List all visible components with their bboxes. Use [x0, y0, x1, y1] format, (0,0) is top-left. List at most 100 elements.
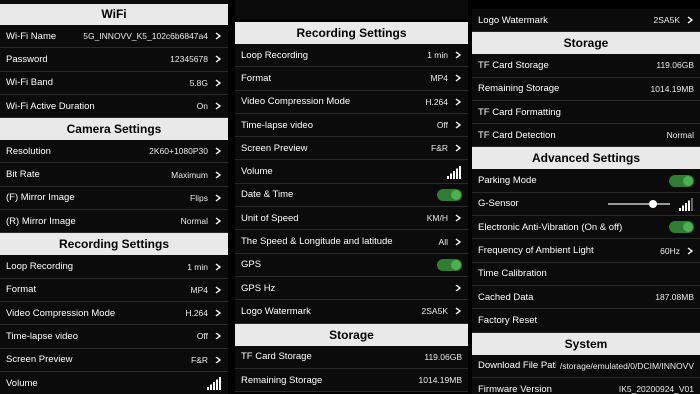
setting-row-remaining-storage[interactable]: Remaining Storage 1014.19MB [472, 77, 700, 101]
slider-thumb[interactable] [648, 199, 657, 208]
recording-rows: Loop Recording 1 min Format MP4 Video Compre… [0, 255, 228, 394]
setting-value: /storage/emulated/0/DCIM/INNOVV [559, 360, 694, 371]
anti-vibration-toggle[interactable] [669, 221, 694, 234]
setting-row-factory-reset[interactable]: Factory Reset [472, 309, 700, 333]
setting-row-time-calibration[interactable]: Time Calibration [472, 262, 700, 286]
setting-label: TF Card Storage [478, 59, 549, 71]
setting-label: Cached Data [478, 291, 534, 303]
setting-label: Screen Preview [6, 354, 73, 366]
setting-row-electronic-anti-vibration-on-off[interactable]: Electronic Anti-Vibration (On & off) [472, 216, 700, 240]
setting-row-screen-preview[interactable]: Screen Preview F&R [0, 348, 228, 372]
settings-column-1: WiFi Wi-Fi Name 5G_INNOVV_K5_102c6b6847a4… [0, 0, 228, 394]
setting-row-video-compression-mode[interactable]: Video Compression Mode H.264 [0, 301, 228, 326]
settings-list-3: Logo Watermark 2SA5K Storage TF Card Stor… [472, 9, 700, 394]
setting-value: Maximum [171, 169, 208, 180]
setting-row-video-compression-mode[interactable]: Video Compression Mode H.264 [235, 90, 468, 114]
gps-toggle[interactable] [437, 258, 462, 271]
setting-row-time-lapse-video[interactable]: Time-lapse video Off [0, 325, 228, 349]
setting-row-logo-watermark[interactable]: Logo Watermark 2SA5K [472, 9, 700, 33]
setting-row-wi-fi-name[interactable]: Wi-Fi Name 5G_INNOVV_K5_102c6b6847a4 [0, 25, 228, 49]
setting-value: F&R [191, 354, 208, 365]
setting-row-logo-watermark[interactable]: Logo Watermark 2SA5K [235, 300, 468, 324]
setting-row-format[interactable]: Format MP4 [0, 278, 228, 302]
setting-row-gps[interactable]: GPS [235, 253, 468, 277]
setting-row-wi-fi-active-duration[interactable]: Wi-Fi Active Duration On [0, 94, 228, 119]
volume-level-icon[interactable] [206, 376, 222, 390]
setting-label: Format [241, 72, 272, 84]
setting-value: Normal [180, 216, 208, 227]
setting-value: KM/H [426, 213, 448, 224]
setting-row-tf-card-storage[interactable]: TF Card Storage 119.06GB [472, 54, 700, 78]
setting-row-time-lapse-video[interactable]: Time-lapse video Off [235, 113, 468, 138]
setting-row-remaining-storage[interactable]: Remaining Storage 1014.19MB [235, 368, 468, 393]
setting-row-tf-card-formatting[interactable]: TF Card Formatting [472, 100, 700, 125]
setting-value: 187.08MB [655, 292, 694, 303]
setting-row-wi-fi-band[interactable]: Wi-Fi Band 5.8G [0, 71, 228, 95]
top-bar [235, 0, 468, 19]
setting-row-download-file-path[interactable]: Download File Path/storage/emulated/0/DC… [472, 354, 700, 378]
setting-value: MP4 [190, 284, 208, 295]
setting-label: Remaining Storage [478, 83, 560, 95]
setting-row-volume[interactable]: Volume [235, 160, 468, 184]
chevron-right-icon [215, 32, 222, 40]
date-time-toggle[interactable] [437, 188, 462, 201]
setting-value: On [196, 101, 208, 112]
setting-row-date-time[interactable]: Date & Time [235, 183, 468, 208]
setting-label: Frequency of Ambient Light [478, 245, 594, 257]
setting-label: GPS [241, 259, 262, 271]
setting-label: Video Compression Mode [241, 96, 351, 108]
setting-row-r-mirror-image[interactable]: (R) Mirror Image Normal [0, 210, 228, 234]
g-sensor-slider[interactable] [608, 199, 670, 209]
setting-row-format[interactable]: Format MP4 [235, 67, 468, 91]
setting-label: TF Card Detection [478, 129, 556, 141]
volume-level-icon[interactable] [678, 197, 694, 211]
setting-label: Loop Recording [241, 49, 309, 61]
parking-mode-toggle[interactable] [669, 174, 694, 187]
setting-value: 5.8G [189, 77, 208, 88]
setting-row-parking-mode[interactable]: Parking Mode [472, 169, 700, 193]
settings-column-3: Logo Watermark 2SA5K Storage TF Card Stor… [472, 0, 700, 394]
setting-row-f-mirror-image[interactable]: (F) Mirror Image Flips [0, 186, 228, 211]
setting-label: Date & Time [241, 189, 294, 201]
setting-row-screen-preview[interactable]: Screen Preview F&R [235, 137, 468, 161]
setting-row-firmware-version[interactable]: Firmware Version IK5_20200924_V01 [472, 377, 700, 394]
setting-row-frequency-of-ambient-light[interactable]: Frequency of Ambient Light 60Hz [472, 239, 700, 263]
setting-row-loop-recording[interactable]: Loop Recording 1 min [235, 44, 468, 68]
setting-row-password[interactable]: Password 12345678 [0, 48, 228, 72]
setting-label: Password [6, 53, 48, 65]
setting-value: 119.06GB [424, 351, 462, 362]
setting-label: Parking Mode [478, 175, 537, 187]
setting-label: Download File Path [478, 360, 556, 372]
section-header-system: System [472, 332, 700, 355]
section-header-recording-settings: Recording Settings [0, 233, 228, 256]
setting-value: H.264 [185, 308, 208, 319]
recording-rows: Loop Recording 1 min Format MP4 Video Compre… [235, 44, 468, 324]
setting-row-g-sensor[interactable]: G-Sensor [472, 192, 700, 217]
setting-row-the-speed-longitude-and-latitude[interactable]: The Speed & Longitude and latitude All [235, 230, 468, 254]
setting-label: (R) Mirror Image [6, 215, 76, 227]
setting-row-gps-hz[interactable]: GPS Hz [235, 276, 468, 301]
chevron-right-icon [455, 237, 462, 246]
setting-label: GPS Hz [241, 282, 276, 294]
setting-label: Logo Watermark [241, 305, 311, 317]
setting-row-resolution[interactable]: Resolution 2K60+1080P30 [0, 140, 228, 164]
chevron-right-icon [455, 307, 462, 315]
setting-row-unit-of-speed[interactable]: Unit of Speed KM/H [235, 207, 468, 231]
chevron-right-icon [215, 147, 222, 155]
setting-row-bit-rate[interactable]: Bit Rate Maximum [0, 163, 228, 187]
chevron-right-icon [455, 284, 462, 292]
setting-value: 12345678 [170, 54, 208, 65]
setting-row-tf-card-detection[interactable]: TF Card Detection Normal [472, 124, 700, 148]
setting-value: 2SA5K [421, 306, 448, 317]
chevron-right-icon [455, 98, 462, 106]
chevron-right-icon [455, 51, 462, 59]
volume-level-icon[interactable] [446, 165, 462, 179]
setting-row-loop-recording[interactable]: Loop Recording 1 min [0, 255, 228, 279]
chevron-right-icon [215, 286, 222, 294]
setting-value: Flips [190, 192, 208, 203]
chevron-right-icon [215, 309, 222, 317]
setting-row-volume[interactable]: Volume [0, 371, 228, 394]
setting-row-tf-card-storage[interactable]: TF Card Storage 119.06GB [235, 345, 468, 369]
setting-row-cached-data[interactable]: Cached Data 187.08MB [472, 285, 700, 310]
setting-label: Volume [241, 166, 273, 178]
